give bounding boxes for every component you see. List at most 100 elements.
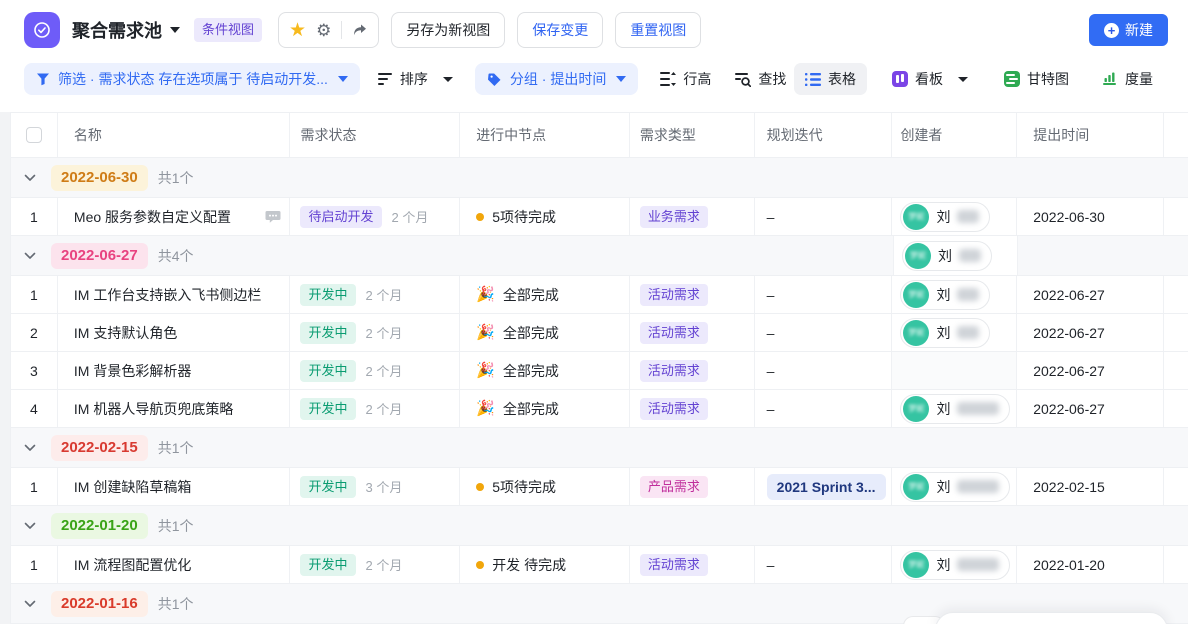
- comment-icon[interactable]: [265, 210, 281, 224]
- share-icon[interactable]: [352, 22, 368, 38]
- filter-chip[interactable]: 筛选 · 需求状态 存在选项属于 待启动开发...: [24, 63, 360, 95]
- name-cell[interactable]: IM 背景色彩解析器: [58, 352, 291, 389]
- party-popper-icon: 🎉: [476, 286, 495, 303]
- chevron-down-icon[interactable]: [24, 522, 36, 530]
- requirement-name: IM 背景色彩解析器: [73, 362, 192, 379]
- header-fill: [1164, 113, 1188, 157]
- requirement-name: IM 创建缺陷草稿箱: [73, 478, 192, 495]
- blurred-name: [957, 402, 1000, 415]
- chevron-down-icon[interactable]: [24, 174, 36, 182]
- blurred-name: [957, 210, 980, 223]
- table-row[interactable]: 1 IM 工作台支持嵌入飞书侧边栏 开发中 2 个月 🎉 全部完成 活动需求 – 梦妮刘 2022…: [11, 276, 1188, 314]
- status-cell: 待启动开发 2 个月: [290, 198, 461, 235]
- table-row[interactable]: 1 Meo 服务参数自定义配置 待启动开发 2 个月 5项待完成 业务需求 – 梦妮刘 2022…: [11, 198, 1188, 236]
- column-header[interactable]: 需求状态: [290, 113, 461, 157]
- status-cell: 开发中 2 个月: [290, 390, 461, 427]
- empty-value: –: [766, 208, 775, 225]
- name-cell[interactable]: IM 机器人导航页兜底策略: [58, 390, 291, 427]
- row-fill: [1164, 276, 1188, 313]
- blurred-name: [957, 480, 1000, 493]
- sprint-badge[interactable]: 2021 Sprint 3...: [766, 473, 886, 500]
- type-cell: 活动需求: [630, 314, 755, 351]
- gantt-view-icon: [1004, 71, 1020, 87]
- creator-name: 刘: [936, 324, 951, 341]
- reset-view-button[interactable]: 重置视图: [615, 12, 702, 48]
- sort-button[interactable]: 排序: [377, 69, 453, 89]
- type-cell: 活动需求: [630, 390, 755, 427]
- creator-cell: 梦妮刘: [892, 468, 1018, 505]
- column-header[interactable]: 提出时间: [1017, 113, 1164, 157]
- date-cell: 2022-06-27: [1017, 314, 1164, 351]
- row-number-cell: 3: [11, 352, 58, 389]
- page-title[interactable]: 聚合需求池: [72, 17, 162, 43]
- row-fill: [1164, 390, 1188, 427]
- name-cell[interactable]: Meo 服务参数自定义配置: [58, 198, 291, 235]
- type-badge: 产品需求: [639, 475, 708, 498]
- row-number-cell: 1: [11, 276, 58, 313]
- creator-avatar-pill: 梦妮刘: [900, 317, 991, 348]
- table-row[interactable]: 1 IM 创建缺陷草稿箱 开发中 3 个月 5项待完成 产品需求 2021 Sprint 3…: [11, 468, 1188, 506]
- status-badge: 待启动开发: [300, 205, 382, 228]
- table-row[interactable]: 3 IM 背景色彩解析器 开发中 2 个月 🎉 全部完成 活动需求 – 2022-06-27: [11, 352, 1188, 390]
- view-tab-table[interactable]: 表格: [794, 63, 867, 95]
- column-header[interactable]: 规划迭代: [755, 113, 893, 157]
- filter-funnel-icon: [37, 73, 49, 86]
- node-cell: 开发 待完成: [460, 546, 630, 583]
- duration-label: 3 个月: [365, 480, 403, 495]
- row-fill: [1164, 468, 1188, 505]
- name-cell[interactable]: IM 支持默认角色: [58, 314, 291, 351]
- chevron-down-icon[interactable]: [24, 252, 36, 260]
- view-tab-kanban[interactable]: 看板: [881, 63, 979, 95]
- divider: [341, 21, 343, 39]
- view-actions-group: ★ ⚙: [278, 12, 380, 48]
- column-header[interactable]: 名称: [58, 113, 291, 157]
- row-height-label: 行高: [683, 71, 712, 87]
- type-cell: 活动需求: [630, 276, 755, 313]
- name-cell[interactable]: IM 流程图配置优化: [58, 546, 291, 583]
- settings-gear-icon[interactable]: ⚙: [316, 22, 331, 39]
- save-as-new-view-button[interactable]: 另存为新视图: [391, 12, 506, 48]
- row-fill: [1164, 546, 1188, 583]
- save-changes-button[interactable]: 保存变更: [517, 12, 604, 48]
- select-all-checkbox[interactable]: [25, 127, 42, 143]
- group-chip[interactable]: 分组 · 提出时间: [474, 63, 639, 95]
- sprint-cell: –: [755, 198, 893, 235]
- plus-icon: +: [1104, 22, 1119, 38]
- favorite-star-icon[interactable]: ★: [289, 21, 306, 40]
- node-cell: 🎉 全部完成: [460, 276, 630, 313]
- find-button[interactable]: 查找: [735, 69, 786, 89]
- column-header[interactable]: 需求类型: [630, 113, 755, 157]
- status-badge: 开发中: [300, 321, 356, 344]
- empty-value: –: [766, 286, 775, 303]
- name-cell[interactable]: IM 创建缺陷草稿箱: [58, 468, 291, 505]
- grid: 名称 需求状态 进行中节点 需求类型 规划迭代 创建者 提出时间 2022-06-30 共1个 1…: [10, 112, 1188, 624]
- node-text: 全部完成: [502, 400, 559, 417]
- create-new-button[interactable]: + 新建: [1089, 14, 1168, 46]
- chevron-down-icon[interactable]: [24, 600, 36, 608]
- column-header[interactable]: 进行中节点: [460, 113, 630, 157]
- group-date-badge: 2022-06-27: [51, 242, 148, 269]
- view-tab-table-label: 表格: [828, 71, 856, 87]
- table-row[interactable]: 2 IM 支持默认角色 开发中 2 个月 🎉 全部完成 活动需求 – 梦妮刘 2022-06-27: [11, 314, 1188, 352]
- view-tab-measure[interactable]: 度量: [1092, 63, 1164, 95]
- group-tag-icon: [487, 73, 501, 86]
- group-right-fill: [1018, 236, 1188, 275]
- row-height-button[interactable]: 行高: [660, 69, 711, 89]
- node-text: 5项待完成: [492, 478, 556, 495]
- duration-label: 2 个月: [365, 288, 403, 303]
- creator-cell: 梦妮刘: [892, 546, 1018, 583]
- name-cell[interactable]: IM 工作台支持嵌入飞书侧边栏: [58, 276, 291, 313]
- status-cell: 开发中 2 个月: [290, 352, 461, 389]
- group-creator-cell: [893, 506, 1018, 545]
- row-number-cell: 4: [11, 390, 58, 427]
- table-row[interactable]: 1 IM 流程图配置优化 开发中 2 个月 开发 待完成 活动需求 – 梦妮刘 2022-01-…: [11, 546, 1188, 584]
- view-tab-gantt[interactable]: 甘特图: [993, 63, 1080, 95]
- column-header[interactable]: 创建者: [892, 113, 1018, 157]
- creator-avatar-pill: 梦妮刘: [900, 549, 1011, 580]
- type-badge: 业务需求: [639, 205, 708, 228]
- type-cell: 活动需求: [630, 546, 755, 583]
- chevron-down-icon[interactable]: [24, 444, 36, 452]
- title-caret-icon[interactable]: [170, 27, 180, 33]
- duration-label: 2 个月: [365, 558, 403, 573]
- table-row[interactable]: 4 IM 机器人导航页兜底策略 开发中 2 个月 🎉 全部完成 活动需求 – 梦妮刘 2022-0…: [11, 390, 1188, 428]
